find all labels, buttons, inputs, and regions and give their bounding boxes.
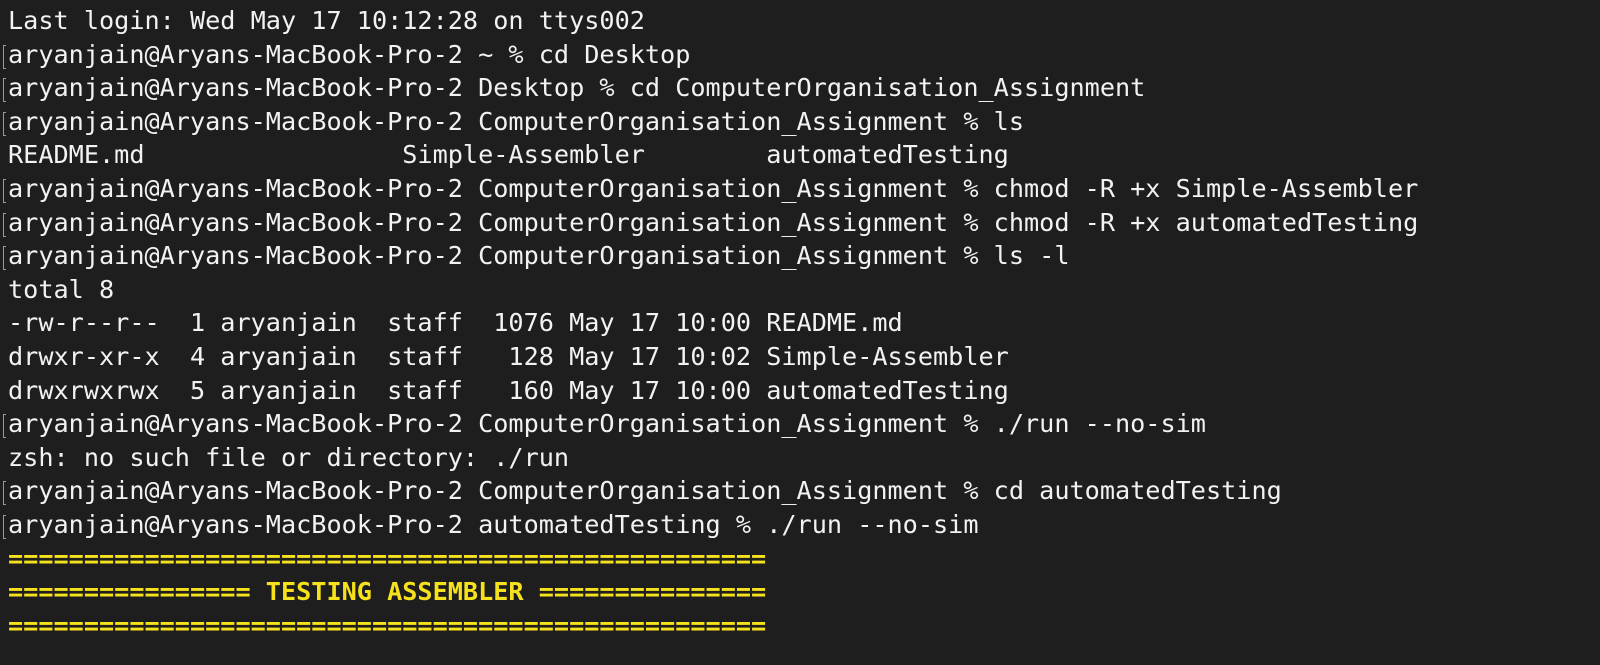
terminal-command-line: aryanjain@Aryans-MacBook-Pro-2 ComputerO… <box>3 172 1600 206</box>
banner-divider-line: ========================================… <box>8 543 767 573</box>
terminal-output-line: total 8 <box>8 274 115 304</box>
terminal-output-line: Last login: Wed May 17 10:12:28 on ttys0… <box>8 6 645 35</box>
terminal-error-line: zsh: no such file or directory: ./run <box>8 442 570 472</box>
terminal-command-line: aryanjain@Aryans-MacBook-Pro-2 ComputerO… <box>3 407 1600 441</box>
terminal-command-line: aryanjain@Aryans-MacBook-Pro-2 Desktop %… <box>3 71 1600 105</box>
terminal-output-line: drwxrwxrwx 5 aryanjain staff 160 May 17 … <box>8 375 1009 405</box>
terminal-command-line: aryanjain@Aryans-MacBook-Pro-2 ComputerO… <box>3 474 1600 508</box>
banner-divider-line: ========================================… <box>8 610 767 640</box>
terminal-output-line: -rw-r--r-- 1 aryanjain staff 1076 May 17… <box>8 308 903 338</box>
terminal-command-line: aryanjain@Aryans-MacBook-Pro-2 ComputerO… <box>3 105 1600 139</box>
terminal-output-line: README.md Simple-Assembler automatedTest… <box>8 140 1009 170</box>
terminal-command-line: aryanjain@Aryans-MacBook-Pro-2 ComputerO… <box>3 206 1600 240</box>
banner-title-line: ================ TESTING ASSEMBLER =====… <box>8 577 767 607</box>
terminal-command-line: aryanjain@Aryans-MacBook-Pro-2 automated… <box>3 508 1600 542</box>
terminal-command-line: aryanjain@Aryans-MacBook-Pro-2 ~ % cd De… <box>3 38 1600 72</box>
terminal-command-line: aryanjain@Aryans-MacBook-Pro-2 ComputerO… <box>3 239 1600 273</box>
terminal-output-line: drwxr-xr-x 4 aryanjain staff 128 May 17 … <box>8 341 1009 371</box>
terminal-window[interactable]: Last login: Wed May 17 10:12:28 on ttys0… <box>0 0 1600 665</box>
